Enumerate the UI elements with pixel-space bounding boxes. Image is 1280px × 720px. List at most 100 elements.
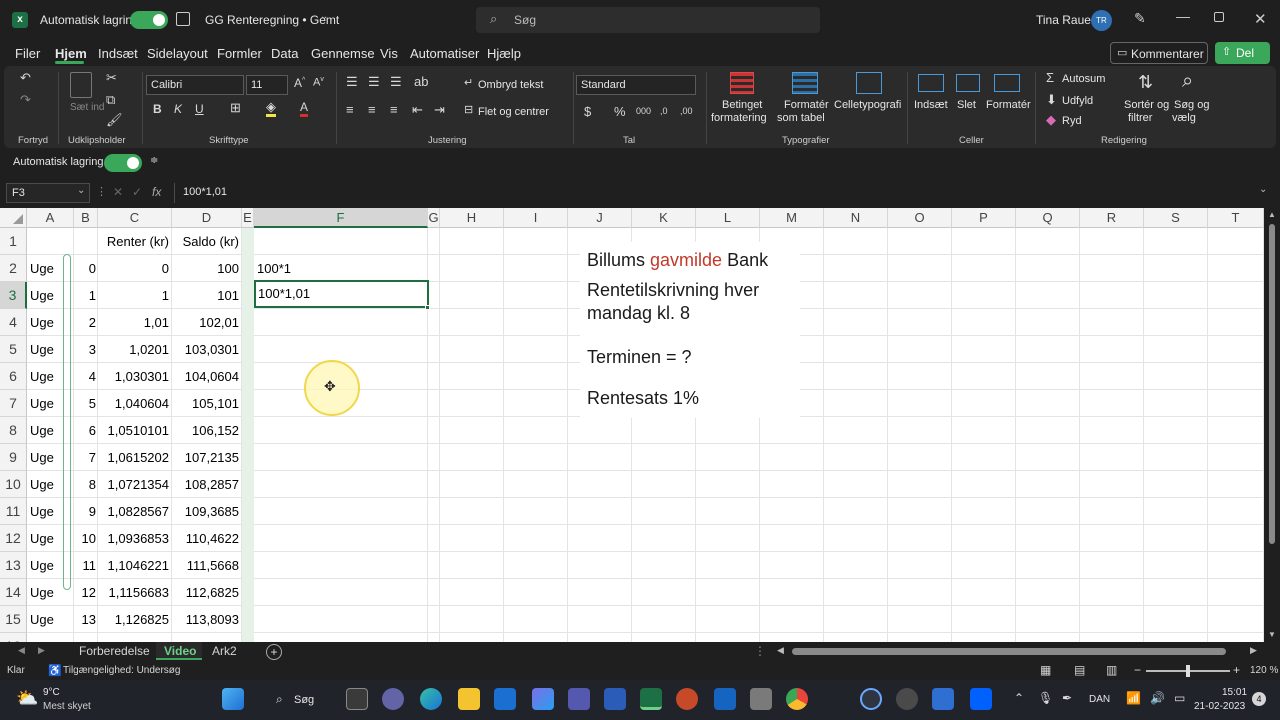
powerpoint-icon[interactable] (676, 688, 698, 710)
scroll-down-icon[interactable]: ▼ (1268, 630, 1276, 639)
share-button[interactable]: ⇧ Del (1215, 42, 1270, 64)
merge-center-button[interactable]: Flet og centrer (478, 106, 549, 118)
cell-week[interactable]: 12 (74, 579, 98, 606)
format-cells-icon[interactable] (994, 74, 1020, 92)
column-header-b[interactable]: B (74, 208, 98, 228)
cell-f2[interactable]: 100*1 (254, 255, 428, 282)
column-header-n[interactable]: N (824, 208, 888, 228)
row-header-1[interactable]: 1 (0, 228, 27, 255)
word-icon[interactable] (604, 688, 626, 710)
wifi-icon[interactable]: 📶 (1126, 691, 1141, 705)
percent-icon[interactable]: % (614, 104, 626, 119)
find-select-label-2[interactable]: vælg (1172, 112, 1196, 124)
merge-center-icon[interactable]: ⊟ (464, 103, 473, 116)
currency-icon[interactable]: $ (584, 104, 591, 119)
next-sheet-icon[interactable]: ▶ (38, 645, 45, 656)
redo-icon[interactable]: ↷ (20, 92, 31, 108)
name-box[interactable]: F3 ⌄ (6, 183, 90, 203)
todo-icon[interactable] (932, 688, 954, 710)
column-header-c[interactable]: C (98, 208, 172, 228)
horizontal-scroll-thumb[interactable] (792, 648, 1226, 655)
column-header-h[interactable]: H (440, 208, 504, 228)
number-format-select[interactable]: Standard (576, 75, 696, 95)
bank-textbox[interactable]: Billums gavmilde Bank Rentetilskrivning … (580, 242, 800, 418)
align-top-icon[interactable]: ☰ (346, 74, 358, 90)
menu-sidelayout[interactable]: Sidelayout (147, 46, 208, 61)
column-header-a[interactable]: A (27, 208, 74, 228)
row-header-7[interactable]: 7 (0, 390, 27, 417)
notification-badge[interactable]: 4 (1252, 692, 1266, 706)
font-name-select[interactable]: Calibri (146, 75, 244, 95)
snip-icon[interactable] (750, 688, 772, 710)
menu-formler[interactable]: Formler (217, 46, 262, 61)
chevron-up-icon[interactable]: ⌃ (1014, 691, 1024, 705)
cell-interest[interactable]: 1,030301 (98, 363, 172, 390)
normal-view-icon[interactable]: ▦ (1040, 663, 1051, 677)
clock-date[interactable]: 21-02-2023 (1194, 701, 1245, 712)
excel-taskbar-icon[interactable] (640, 688, 662, 710)
taskbar-search[interactable]: ⌕ Søg (270, 689, 334, 711)
cell-balance[interactable]: 106,152 (172, 417, 242, 444)
menu-filer[interactable]: Filer (15, 46, 40, 61)
menu-automatiser[interactable]: Automatiser (410, 46, 479, 61)
avatar[interactable]: TR (1091, 10, 1112, 31)
insert-cells-icon[interactable] (918, 74, 944, 92)
vertical-scrollbar[interactable]: ▲ ▼ (1264, 208, 1280, 642)
row-header-13[interactable]: 13 (0, 552, 27, 579)
zoom-in-icon[interactable]: + (1233, 663, 1240, 677)
cell-balance[interactable]: 102,01 (172, 309, 242, 336)
tabs-options-icon[interactable]: ⋮ (754, 644, 766, 658)
row-header-2[interactable]: 2 (0, 255, 27, 282)
column-header-j[interactable]: J (568, 208, 632, 228)
row-header-10[interactable]: 10 (0, 471, 27, 498)
row-header-15[interactable]: 15 (0, 606, 27, 633)
cell-interest[interactable]: 1,0936853 (98, 525, 172, 552)
format-table-label[interactable]: Formatér (784, 99, 829, 111)
align-center-icon[interactable]: ≡ (368, 102, 376, 117)
find-select-label[interactable]: Søg og (1174, 99, 1209, 111)
underline-icon[interactable]: U (195, 102, 204, 116)
column-header-i[interactable]: I (504, 208, 568, 228)
column-header-s[interactable]: S (1144, 208, 1208, 228)
weather-temp[interactable]: 9°C (43, 687, 60, 698)
fill-color-icon[interactable]: ◈ (266, 100, 276, 117)
row-header-8[interactable]: 8 (0, 417, 27, 444)
decimal-decrease-icon[interactable]: ,00 (680, 106, 693, 116)
paste-icon[interactable] (70, 72, 92, 98)
border-icon[interactable]: ⊞ (230, 100, 241, 116)
row-header-3[interactable]: 3 (0, 282, 27, 309)
fill-icon[interactable]: ⬇ (1046, 92, 1057, 108)
cell-week[interactable]: 6 (74, 417, 98, 444)
sheet-tab-video[interactable]: Video (156, 642, 202, 660)
decimal-increase-icon[interactable]: ,0 (660, 106, 668, 116)
scroll-thumb[interactable] (1269, 224, 1275, 544)
cell-balance[interactable]: 100 (172, 255, 242, 282)
row-header-4[interactable]: 4 (0, 309, 27, 336)
column-header-o[interactable]: O (888, 208, 952, 228)
cell-interest[interactable]: 1,0615202 (98, 444, 172, 471)
outlook-icon[interactable] (714, 688, 736, 710)
column-header-r[interactable]: R (1080, 208, 1144, 228)
dropbox-icon[interactable] (970, 688, 992, 710)
cell-balance[interactable]: 105,101 (172, 390, 242, 417)
align-bottom-icon[interactable]: ☰ (390, 74, 402, 90)
clear-icon[interactable]: ◆ (1046, 112, 1056, 128)
cell-balance[interactable]: 110,4622 (172, 525, 242, 552)
fill-button[interactable]: Udfyld (1062, 95, 1093, 107)
row-header-12[interactable]: 12 (0, 525, 27, 552)
row-header-16[interactable]: 16 (0, 633, 27, 642)
format-cells-label[interactable]: Formatér (986, 99, 1031, 111)
indent-increase-icon[interactable]: ⇥ (434, 102, 445, 118)
cell-week[interactable]: 4 (74, 363, 98, 390)
format-table-icon[interactable] (792, 72, 818, 94)
cell-interest[interactable]: 1,1046221 (98, 552, 172, 579)
sort-filter-label-2[interactable]: filtrer (1128, 112, 1152, 124)
cell-label[interactable]: Uge (27, 606, 74, 633)
column-header-m[interactable]: M (760, 208, 824, 228)
conditional-format-label-2[interactable]: formatering (711, 112, 767, 124)
pen-icon[interactable]: ✒ (1062, 691, 1072, 705)
paste-label[interactable]: Sæt ind (70, 102, 104, 113)
menu-vis[interactable]: Vis (380, 46, 398, 61)
page-break-icon[interactable]: ▥ (1106, 663, 1117, 677)
battery-icon[interactable]: ▭ (1174, 691, 1185, 705)
